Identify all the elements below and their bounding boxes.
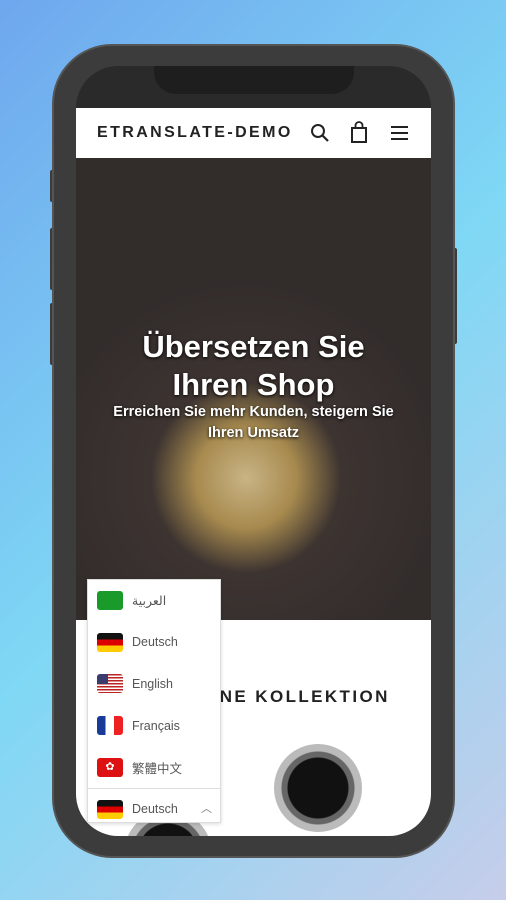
hong-kong-flag-icon: ✿ [97, 757, 123, 777]
menu-icon[interactable] [390, 124, 410, 142]
language-option-english[interactable]: English [88, 663, 220, 705]
language-option-deutsch[interactable]: Deutsch [88, 622, 220, 664]
usa-flag-icon [97, 674, 123, 694]
saudi-arabia-flag-icon [97, 591, 123, 611]
hero-subtitle: Erreichen Sie mehr Kunden, steigern Sie … [113, 404, 394, 441]
site-header: ETRANSLATE-DEMO [76, 108, 431, 158]
language-option-chinese-traditional[interactable]: ✿ 繁體中文 [88, 746, 220, 788]
language-option-francais[interactable]: Français [88, 705, 220, 747]
germany-flag-icon [97, 632, 123, 652]
selected-language: Deutsch [132, 802, 178, 817]
language-option-arabic[interactable]: العربية [88, 580, 220, 622]
chevron-up-icon[interactable]: ︿ [201, 800, 212, 816]
hero-title: Übersetzen Sie Ihren Shop [142, 329, 365, 402]
collection-heading: ENE KOLLEKTION [206, 687, 390, 706]
search-icon[interactable] [309, 122, 331, 144]
hero-banner: Übersetzen Sie Ihren Shop Erreichen Sie m… [76, 158, 431, 620]
germany-flag-icon [97, 799, 123, 819]
france-flag-icon [97, 716, 123, 736]
product-image-watch[interactable] [274, 744, 362, 832]
bag-icon[interactable] [349, 121, 371, 145]
language-selector[interactable]: Deutsch ︿ [88, 787, 220, 830]
language-dropdown: العربية Deutsch English Français ✿ 繁體中文 D… [87, 579, 221, 823]
notch [154, 66, 354, 94]
store-logo[interactable]: ETRANSLATE-DEMO [97, 124, 293, 142]
